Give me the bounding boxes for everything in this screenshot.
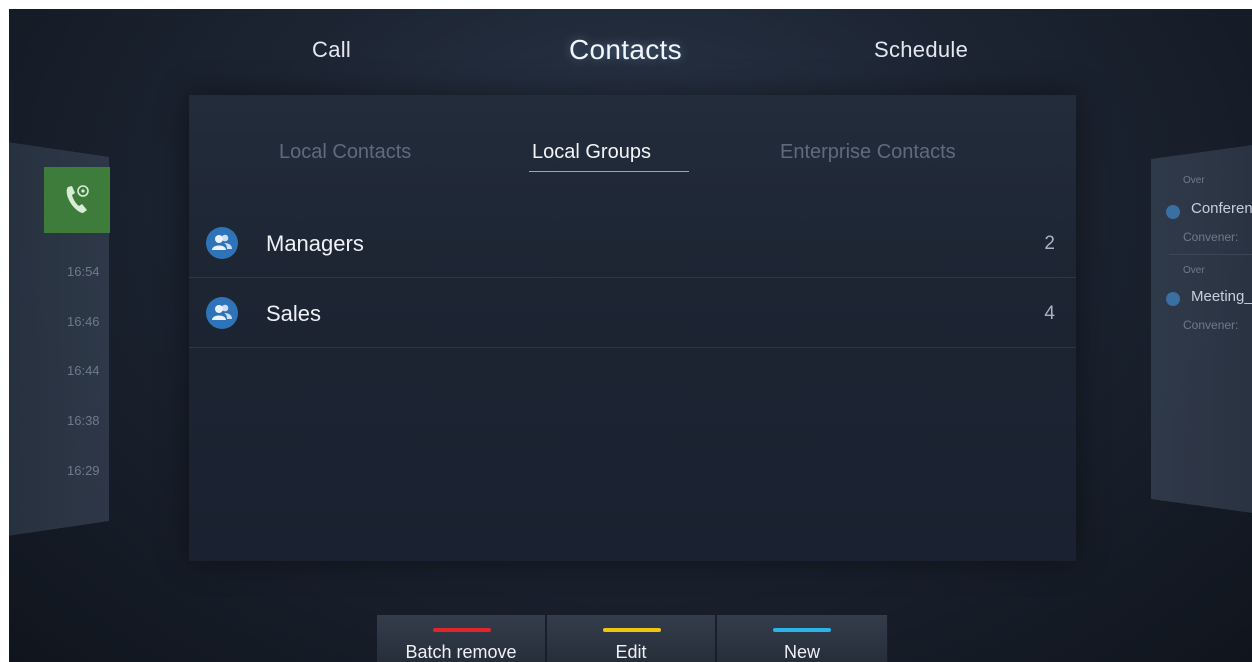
schedule-status: Over [1183, 175, 1205, 186]
softkey-label: New [783, 642, 820, 662]
red-key-indicator [433, 628, 491, 632]
group-icon [206, 227, 238, 259]
screen: 16:54 16:46 16:44 16:38 16:29 Over Confe… [9, 9, 1252, 662]
blue-key-indicator [773, 628, 831, 632]
batch-remove-button[interactable]: Batch remove [377, 615, 546, 662]
group-name: Sales [266, 301, 322, 326]
group-name: Managers [266, 231, 364, 256]
group-row-managers[interactable]: Managers 2 [189, 207, 1076, 278]
yellow-key-indicator [603, 628, 661, 632]
subtab-local-groups[interactable]: Local Groups [532, 141, 651, 164]
call-icon [66, 185, 89, 213]
edit-button[interactable]: Edit [547, 615, 716, 662]
active-subtab-indicator [529, 171, 689, 172]
call-history-tile[interactable] [44, 167, 110, 233]
group-icon [206, 297, 238, 329]
new-button[interactable]: New [717, 615, 888, 662]
softkey-label: Batch remove [405, 642, 517, 662]
tab-call[interactable]: Call [312, 37, 351, 63]
subtab-enterprise-contacts[interactable]: Enterprise Contacts [780, 141, 956, 164]
subtab-local-contacts[interactable]: Local Contacts [279, 141, 411, 164]
divider [1169, 254, 1252, 255]
contacts-panel: Local Contacts Local Groups Enterprise C… [189, 95, 1076, 561]
conference-icon [1166, 292, 1180, 306]
group-row-sales[interactable]: Sales 4 [189, 277, 1076, 348]
schedule-convener: Convener: [1183, 318, 1239, 332]
call-time: 16:38 [67, 413, 100, 428]
schedule-status: Over [1183, 265, 1205, 276]
tab-schedule[interactable]: Schedule [874, 37, 968, 63]
conference-icon [1166, 205, 1180, 219]
schedule-convener: Convener: [1183, 230, 1239, 244]
group-member-count: 4 [1044, 303, 1055, 324]
call-time: 16:29 [67, 463, 100, 478]
tab-contacts[interactable]: Contacts [569, 34, 682, 66]
group-member-count: 2 [1044, 233, 1055, 254]
call-time: 16:54 [67, 264, 100, 279]
call-time: 16:46 [67, 314, 100, 329]
softkey-label: Edit [615, 642, 647, 662]
schedule-title[interactable]: Meeting_( [1191, 288, 1252, 305]
call-time: 16:44 [67, 363, 100, 378]
schedule-title[interactable]: Conferenc [1191, 200, 1252, 217]
